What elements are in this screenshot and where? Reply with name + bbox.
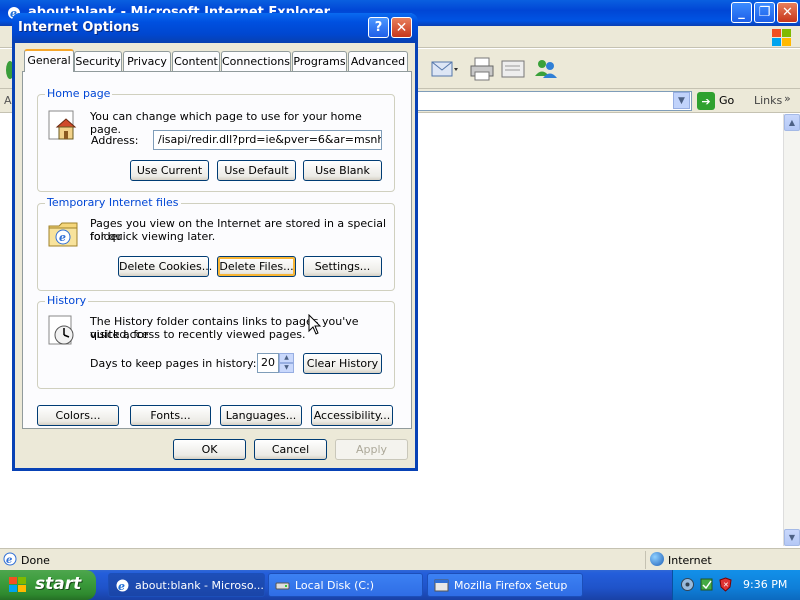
scroll-up-icon[interactable]: ▲ [784, 114, 800, 131]
messenger-icon[interactable] [532, 56, 560, 82]
minimize-icon: _ [738, 5, 745, 20]
ie-vertical-scrollbar[interactable]: ▲ ▼ [783, 114, 800, 546]
home-page-icon [48, 110, 77, 140]
taskbar: start e about:blank - Microso... Local D… [0, 570, 800, 600]
ie-minimize-button[interactable]: _ [731, 2, 752, 23]
ok-button[interactable]: OK [173, 439, 246, 460]
installer-icon [434, 579, 449, 592]
security-shield-icon[interactable]: ✕ [718, 577, 733, 592]
settings-button[interactable]: Settings... [303, 256, 382, 277]
taskbar-clock[interactable]: 9:36 PM [743, 578, 787, 591]
taskbar-item-label: about:blank - Microso... [135, 579, 264, 592]
cancel-button[interactable]: Cancel [254, 439, 327, 460]
disk-drive-icon [275, 582, 290, 590]
dialog-titlebar[interactable]: Internet Options ? ✕ [12, 13, 418, 43]
close-icon: ✕ [782, 5, 793, 20]
temporary-internet-files-group: Temporary Internet files e Pages you vie… [37, 196, 395, 291]
address-label: Address: [91, 134, 139, 147]
delete-files-button[interactable]: Delete Files... [217, 256, 296, 277]
tab-strip: General Security Privacy Content Connect… [22, 49, 412, 72]
svg-text:e: e [59, 231, 66, 244]
home-page-group: Home page You can change which page to u… [37, 87, 395, 192]
spinner-up-icon[interactable]: ▲ [279, 353, 294, 363]
fonts-button[interactable]: Fonts... [130, 405, 211, 426]
dialog-close-button[interactable]: ✕ [391, 17, 412, 38]
svg-text:✕: ✕ [723, 581, 729, 589]
links-chevron-icon[interactable]: » [784, 92, 791, 105]
antivirus-icon[interactable] [699, 577, 714, 592]
ie-status-bar: e Done Internet [0, 548, 800, 570]
windows-flag-icon [9, 577, 26, 592]
internet-globe-icon [650, 552, 664, 566]
go-button[interactable]: Go [719, 94, 734, 107]
use-default-button[interactable]: Use Default [217, 160, 296, 181]
network-icon[interactable] [680, 577, 695, 592]
tab-advanced[interactable]: Advanced [348, 51, 408, 71]
home-page-address-input[interactable]: /isapi/redir.dll?prd=ie&pver=6&ar=msnhom… [153, 130, 382, 150]
taskbar-item-local-disk[interactable]: Local Disk (C:) [268, 573, 423, 597]
mouse-cursor-icon [308, 314, 322, 335]
help-button[interactable]: ? [368, 17, 389, 38]
status-text: Done [21, 554, 50, 567]
apply-button[interactable]: Apply [335, 439, 408, 460]
ie-maximize-button[interactable]: ❐ [754, 2, 775, 23]
taskbar-item-label: Local Disk (C:) [295, 579, 375, 592]
print-icon[interactable] [468, 56, 496, 82]
windows-logo-icon [772, 29, 791, 46]
page-done-icon: e [3, 552, 17, 566]
history-group: History The History folder contains link… [37, 294, 395, 389]
svg-text:e: e [6, 555, 12, 566]
taskbar-item-ie[interactable]: e about:blank - Microso... [108, 573, 265, 597]
chevron-down-icon[interactable]: ▼ [673, 92, 690, 109]
ie-close-button[interactable]: ✕ [777, 2, 798, 23]
status-divider [645, 551, 646, 569]
tab-programs[interactable]: Programs [292, 51, 347, 71]
tab-privacy[interactable]: Privacy [123, 51, 171, 71]
days-to-keep-label: Days to keep pages in history: [90, 357, 257, 370]
temp-files-description-line2: for quick viewing later. [90, 230, 216, 243]
ie-logo-icon: e [116, 579, 129, 593]
use-blank-button[interactable]: Use Blank [303, 160, 382, 181]
security-zone-text: Internet [668, 554, 712, 567]
days-spinner[interactable]: ▲ ▼ [279, 353, 294, 373]
edit-icon[interactable] [500, 56, 528, 82]
go-arrow-icon[interactable]: ➔ [697, 92, 715, 110]
tab-general[interactable]: General [24, 49, 74, 72]
start-label: start [35, 574, 82, 594]
accessibility-button[interactable]: Accessibility... [311, 405, 393, 426]
start-button[interactable]: start [0, 570, 96, 600]
taskbar-item-label: Mozilla Firefox Setup [454, 579, 568, 592]
tab-security[interactable]: Security [74, 51, 122, 71]
help-icon: ? [374, 20, 383, 35]
taskbar-item-firefox-setup[interactable]: Mozilla Firefox Setup [427, 573, 583, 597]
mail-icon[interactable] [430, 56, 458, 82]
dialog-title: Internet Options [18, 20, 140, 35]
history-clock-icon [48, 315, 74, 345]
use-current-button[interactable]: Use Current [130, 160, 209, 181]
temporary-files-group-title: Temporary Internet files [45, 196, 181, 209]
scroll-down-icon[interactable]: ▼ [784, 529, 800, 546]
home-page-group-title: Home page [45, 87, 113, 100]
tab-connections[interactable]: Connections [221, 51, 291, 71]
spinner-down-icon[interactable]: ▼ [279, 363, 294, 373]
history-description-line2: quick access to recently viewed pages. [90, 328, 306, 341]
languages-button[interactable]: Languages... [220, 405, 302, 426]
general-tab-panel: Home page You can change which page to u… [22, 71, 412, 429]
clear-history-button[interactable]: Clear History [303, 353, 382, 374]
links-label[interactable]: Links [754, 94, 782, 107]
internet-options-dialog: Internet Options ? ✕ General Security Pr… [12, 13, 418, 471]
history-group-title: History [45, 294, 89, 307]
tab-content[interactable]: Content [172, 51, 220, 71]
temp-files-folder-icon: e [48, 222, 78, 247]
colors-button[interactable]: Colors... [37, 405, 119, 426]
svg-text:e: e [118, 580, 125, 593]
address-label: A [4, 94, 12, 107]
delete-cookies-button[interactable]: Delete Cookies... [118, 256, 212, 277]
days-to-keep-input[interactable]: 20 [257, 353, 279, 373]
close-icon: ✕ [395, 19, 408, 36]
restore-icon: ❐ [758, 5, 771, 20]
